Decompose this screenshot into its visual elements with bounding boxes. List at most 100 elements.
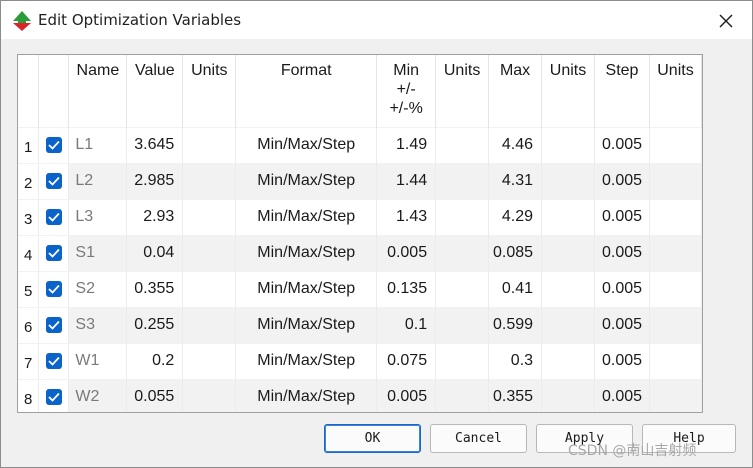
step-cell[interactable]: 0.005 [594, 162, 650, 199]
header-name[interactable]: Name [68, 55, 128, 127]
format-cell[interactable]: Min/Max/Step [235, 378, 378, 412]
table-row[interactable]: 8 W2 0.055 Min/Max/Step 0.005 0.355 0.005 [18, 378, 702, 412]
units-cell-1[interactable] [182, 126, 237, 163]
units-cell-2[interactable] [435, 126, 490, 163]
units-cell-4[interactable] [649, 342, 702, 379]
units-cell-1[interactable] [182, 162, 237, 199]
name-cell[interactable]: S2 [68, 270, 128, 307]
max-cell[interactable]: 4.46 [488, 126, 543, 163]
header-min[interactable]: Min +/- +/-% [376, 55, 437, 127]
table-row[interactable]: 1 L1 3.645 Min/Max/Step 1.49 4.46 0.005 [18, 126, 702, 163]
value-cell[interactable]: 0.04 [126, 234, 184, 271]
units-cell-3[interactable] [541, 342, 595, 379]
value-cell[interactable]: 0.2 [126, 342, 184, 379]
format-cell[interactable]: Min/Max/Step [235, 198, 378, 235]
units-cell-2[interactable] [435, 306, 490, 343]
table-row[interactable]: 3 L3 2.93 Min/Max/Step 1.43 4.29 0.005 [18, 198, 702, 235]
value-cell[interactable]: 0.355 [126, 270, 184, 307]
name-cell[interactable]: S3 [68, 306, 128, 343]
max-cell[interactable]: 0.355 [488, 378, 543, 412]
units-cell-1[interactable] [182, 270, 237, 307]
units-cell-2[interactable] [435, 378, 490, 412]
units-cell-4[interactable] [649, 306, 702, 343]
step-cell[interactable]: 0.005 [594, 378, 650, 412]
format-cell[interactable]: Min/Max/Step [235, 306, 378, 343]
value-cell[interactable]: 0.055 [126, 378, 184, 412]
name-cell[interactable]: L3 [68, 198, 128, 235]
enabled-checkbox[interactable] [38, 342, 70, 379]
units-cell-3[interactable] [541, 126, 595, 163]
units-cell-1[interactable] [182, 198, 237, 235]
enabled-checkbox[interactable] [38, 306, 70, 343]
value-cell[interactable]: 2.985 [126, 162, 184, 199]
table-row[interactable]: 2 L2 2.985 Min/Max/Step 1.44 4.31 0.005 [18, 162, 702, 199]
min-cell[interactable]: 0.075 [376, 342, 437, 379]
units-cell-1[interactable] [182, 234, 237, 271]
value-cell[interactable]: 2.93 [126, 198, 184, 235]
max-cell[interactable]: 0.3 [488, 342, 543, 379]
units-cell-4[interactable] [649, 126, 702, 163]
name-cell[interactable]: L2 [68, 162, 128, 199]
units-cell-3[interactable] [541, 198, 595, 235]
units-cell-1[interactable] [182, 306, 237, 343]
format-cell[interactable]: Min/Max/Step [235, 270, 378, 307]
max-cell[interactable]: 4.29 [488, 198, 543, 235]
name-cell[interactable]: W1 [68, 342, 128, 379]
enabled-checkbox[interactable] [38, 234, 70, 271]
format-cell[interactable]: Min/Max/Step [235, 126, 378, 163]
units-cell-2[interactable] [435, 270, 490, 307]
units-cell-3[interactable] [541, 162, 595, 199]
close-button[interactable] [714, 9, 738, 33]
enabled-checkbox[interactable] [38, 198, 70, 235]
name-cell[interactable]: S1 [68, 234, 128, 271]
enabled-checkbox[interactable] [38, 378, 70, 412]
table-row[interactable]: 5 S2 0.355 Min/Max/Step 0.135 0.41 0.005 [18, 270, 702, 307]
header-value[interactable]: Value [126, 55, 184, 127]
min-cell[interactable]: 0.005 [376, 378, 437, 412]
units-cell-2[interactable] [435, 162, 490, 199]
enabled-checkbox[interactable] [38, 270, 70, 307]
header-max[interactable]: Max [488, 55, 543, 127]
units-cell-2[interactable] [435, 198, 490, 235]
step-cell[interactable]: 0.005 [594, 306, 650, 343]
step-cell[interactable]: 0.005 [594, 270, 650, 307]
units-cell-1[interactable] [182, 342, 237, 379]
min-cell[interactable]: 0.1 [376, 306, 437, 343]
format-cell[interactable]: Min/Max/Step [235, 342, 378, 379]
cancel-button[interactable]: Cancel [430, 424, 527, 453]
step-cell[interactable]: 0.005 [594, 126, 650, 163]
ok-button[interactable]: OK [324, 424, 421, 453]
enabled-checkbox[interactable] [38, 162, 70, 199]
header-units-3[interactable]: Units [541, 55, 595, 127]
units-cell-3[interactable] [541, 306, 595, 343]
header-step[interactable]: Step [594, 55, 650, 127]
step-cell[interactable]: 0.005 [594, 198, 650, 235]
value-cell[interactable]: 3.645 [126, 126, 184, 163]
max-cell[interactable]: 0.41 [488, 270, 543, 307]
units-cell-4[interactable] [649, 270, 702, 307]
min-cell[interactable]: 1.44 [376, 162, 437, 199]
units-cell-2[interactable] [435, 234, 490, 271]
name-cell[interactable]: L1 [68, 126, 128, 163]
format-cell[interactable]: Min/Max/Step [235, 162, 378, 199]
table-row[interactable]: 6 S3 0.255 Min/Max/Step 0.1 0.599 0.005 [18, 306, 702, 343]
table-row[interactable]: 4 S1 0.04 Min/Max/Step 0.005 0.085 0.005 [18, 234, 702, 271]
step-cell[interactable]: 0.005 [594, 234, 650, 271]
header-units-4[interactable]: Units [649, 55, 702, 127]
header-units-1[interactable]: Units [182, 55, 237, 127]
step-cell[interactable]: 0.005 [594, 342, 650, 379]
units-cell-4[interactable] [649, 234, 702, 271]
header-units-2[interactable]: Units [435, 55, 490, 127]
min-cell[interactable]: 0.135 [376, 270, 437, 307]
max-cell[interactable]: 0.085 [488, 234, 543, 271]
units-cell-2[interactable] [435, 342, 490, 379]
units-cell-4[interactable] [649, 378, 702, 412]
units-cell-3[interactable] [541, 270, 595, 307]
enabled-checkbox[interactable] [38, 126, 70, 163]
format-cell[interactable]: Min/Max/Step [235, 234, 378, 271]
min-cell[interactable]: 1.49 [376, 126, 437, 163]
max-cell[interactable]: 4.31 [488, 162, 543, 199]
name-cell[interactable]: W2 [68, 378, 128, 412]
units-cell-4[interactable] [649, 198, 702, 235]
units-cell-4[interactable] [649, 162, 702, 199]
